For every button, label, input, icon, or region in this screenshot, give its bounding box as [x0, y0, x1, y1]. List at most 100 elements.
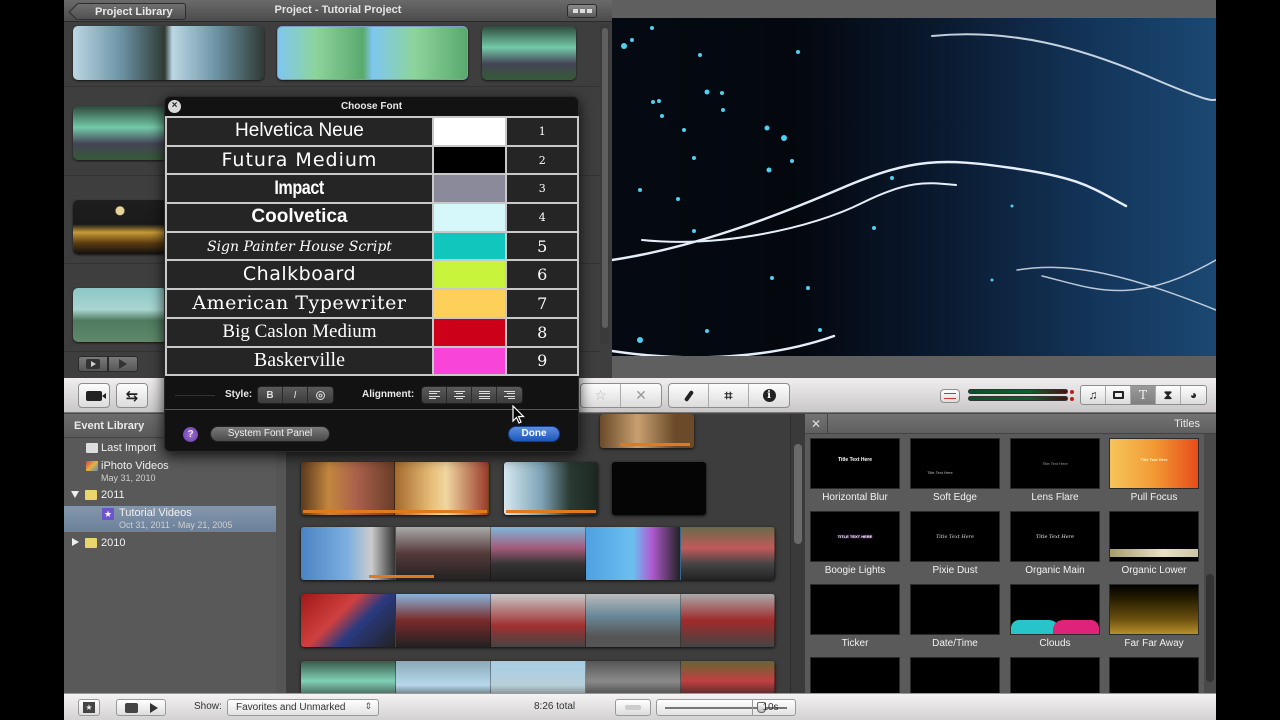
- color-swatch[interactable]: [431, 173, 508, 205]
- project-clip[interactable]: [73, 26, 264, 80]
- title-style-clouds[interactable]: Clouds: [1009, 584, 1101, 649]
- bold-button[interactable]: B: [258, 387, 283, 403]
- music-browser-button[interactable]: ♫: [1081, 386, 1106, 404]
- project-clip[interactable]: [73, 288, 167, 342]
- done-button[interactable]: Done: [508, 426, 560, 442]
- event-item-tutorial-videos[interactable]: ★ Tutorial Videos Oct 31, 2011 - May 21,…: [64, 506, 276, 532]
- inspector-button[interactable]: i: [749, 384, 789, 407]
- play-fullscreen-icon[interactable]: [124, 702, 138, 713]
- event-clip[interactable]: [600, 414, 694, 448]
- project-clip[interactable]: [482, 26, 576, 80]
- font-name-cell[interactable]: Futura Medium: [165, 144, 434, 176]
- video-preview[interactable]: [612, 18, 1216, 356]
- play-icon[interactable]: [149, 702, 158, 713]
- title-style-far-far-away[interactable]: Far Far Away: [1108, 584, 1200, 649]
- title-style-date-time[interactable]: Date/Time: [909, 584, 1001, 649]
- font-row[interactable]: Futura Medium 2: [165, 144, 579, 176]
- titles-browser-button[interactable]: T: [1131, 386, 1156, 404]
- crop-button[interactable]: ⌗: [709, 384, 749, 407]
- font-row[interactable]: Helvetica Neue 1: [165, 116, 579, 147]
- project-clip[interactable]: [73, 106, 167, 160]
- color-swatch[interactable]: [431, 202, 508, 233]
- font-row[interactable]: Impact 3: [165, 173, 579, 205]
- folder-icon: [85, 490, 97, 500]
- font-name-cell[interactable]: Chalkboard: [165, 259, 434, 291]
- reject-button[interactable]: ✕: [621, 384, 661, 407]
- title-style-ticker[interactable]: Ticker: [809, 584, 901, 649]
- view-options-button[interactable]: [567, 4, 597, 18]
- tools-group: ⌗ i: [668, 383, 790, 408]
- event-clip-central-park[interactable]: [301, 661, 775, 693]
- align-left-button[interactable]: [422, 387, 447, 403]
- audio-waveform-toggle[interactable]: [615, 699, 651, 716]
- outline-button[interactable]: [308, 387, 333, 403]
- event-favorites-button[interactable]: ★: [78, 699, 100, 716]
- audio-skimming-button[interactable]: [940, 389, 960, 403]
- event-library-scrollbar[interactable]: [276, 414, 286, 693]
- font-name-cell[interactable]: Coolvetica: [165, 202, 434, 233]
- align-center-button[interactable]: [447, 387, 472, 403]
- project-clip[interactable]: [73, 200, 167, 254]
- align-justify-button[interactable]: [472, 387, 497, 403]
- font-name-cell[interactable]: American Typewriter: [165, 288, 434, 319]
- title-style-organic-lower[interactable]: Organic Lower: [1108, 511, 1200, 576]
- color-swatch[interactable]: [431, 144, 508, 176]
- favorite-button[interactable]: ☆: [581, 384, 621, 407]
- title-style-soft-edge[interactable]: Title Text Here Soft Edge: [909, 438, 1001, 503]
- show-filter-select[interactable]: Favorites and Unmarked ⇕: [227, 699, 379, 716]
- maps-browser-button[interactable]: ◕: [1181, 386, 1206, 404]
- event-clip-times-square-2[interactable]: [301, 594, 775, 647]
- event-clip[interactable]: [504, 462, 598, 515]
- font-row[interactable]: American Typewriter 7: [165, 288, 579, 319]
- italic-button[interactable]: I: [283, 387, 308, 403]
- system-font-panel-button[interactable]: System Font Panel: [210, 426, 330, 442]
- title-thumbnail: Title Text Here: [1109, 438, 1199, 489]
- font-row[interactable]: Baskerville 9: [165, 345, 579, 377]
- title-style-pixie-dust[interactable]: Title Text Here Pixie Dust: [909, 511, 1001, 576]
- transitions-browser-button[interactable]: ⧗: [1156, 386, 1181, 404]
- font-row[interactable]: Chalkboard 6: [165, 259, 579, 291]
- disclosure-collapsed-icon[interactable]: [72, 538, 79, 546]
- event-folder-2011[interactable]: 2011: [64, 488, 276, 504]
- titles-scrollbar[interactable]: [1204, 434, 1216, 693]
- font-row[interactable]: Sign Painter House Script 5: [165, 230, 579, 262]
- color-swatch[interactable]: [431, 345, 508, 377]
- event-clip-times-square-1[interactable]: [301, 527, 775, 580]
- title-style-lens-flare[interactable]: Title Text Here Lens Flare: [1009, 438, 1101, 503]
- align-right-button[interactable]: [497, 387, 522, 403]
- font-name-cell[interactable]: Helvetica Neue: [165, 116, 434, 147]
- font-name-cell[interactable]: Big Caslon Medium: [165, 316, 434, 348]
- title-style-pull-focus[interactable]: Title Text Here Pull Focus: [1108, 438, 1200, 503]
- color-swatch[interactable]: [431, 259, 508, 291]
- event-item-iphoto-videos[interactable]: iPhoto Videos May 31, 2010: [64, 459, 276, 485]
- title-style-horizontal-blur[interactable]: Title Text Here Horizontal Blur: [809, 438, 901, 503]
- disclosure-expanded-icon[interactable]: [71, 491, 79, 498]
- project-scrollbar[interactable]: [600, 24, 610, 344]
- voiceover-button[interactable]: [669, 384, 709, 407]
- font-name-cell[interactable]: Sign Painter House Script: [165, 230, 434, 262]
- help-button[interactable]: ?: [183, 427, 198, 442]
- play-button[interactable]: [108, 356, 138, 372]
- font-row[interactable]: Coolvetica 4: [165, 202, 579, 233]
- project-clip[interactable]: [277, 26, 468, 80]
- color-swatch[interactable]: [431, 116, 508, 147]
- close-titles-button[interactable]: ✕: [811, 417, 821, 431]
- event-browser-scrollbar[interactable]: [790, 414, 804, 693]
- play-fullscreen-button[interactable]: [78, 356, 108, 372]
- font-name-cell[interactable]: Impact: [165, 173, 434, 205]
- title-style-boogie-lights[interactable]: TITLE TEXT HERE Boogie Lights: [809, 511, 901, 576]
- globe-icon: ◕: [1189, 388, 1198, 402]
- font-row[interactable]: Big Caslon Medium 8: [165, 316, 579, 348]
- import-camera-button[interactable]: [78, 383, 110, 408]
- event-clip[interactable]: [301, 462, 489, 515]
- color-swatch[interactable]: [431, 230, 508, 262]
- color-swatch[interactable]: [431, 288, 508, 319]
- swap-panes-button[interactable]: ⇆: [116, 383, 148, 408]
- title-style-organic-main[interactable]: Title Text Here Organic Main: [1009, 511, 1101, 576]
- color-swatch[interactable]: [431, 316, 508, 348]
- event-folder-2010[interactable]: 2010: [64, 536, 276, 552]
- photo-browser-button[interactable]: [1106, 386, 1131, 404]
- star-box-icon: ★: [83, 702, 95, 713]
- font-name-cell[interactable]: Baskerville: [165, 345, 434, 377]
- event-clip[interactable]: [612, 462, 706, 515]
